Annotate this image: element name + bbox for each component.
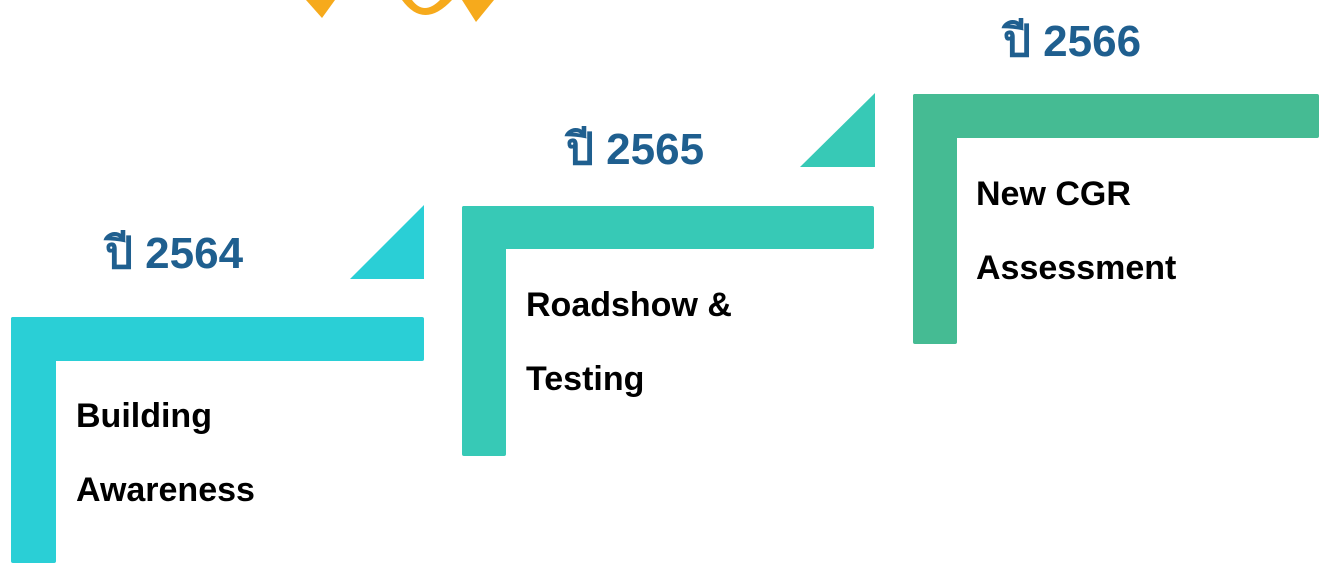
year-label-2565: ปี 2565	[566, 125, 705, 174]
step-2564-top-bar	[11, 317, 424, 361]
step-2564-line-2: Awareness	[76, 471, 255, 509]
step-text-2565: Roadshow & Testing	[526, 268, 732, 416]
sun-ray-right	[462, 0, 494, 22]
step-2566-line-1: New CGR	[976, 175, 1131, 213]
sun-ray-left	[306, 0, 335, 18]
step-text-2566: New CGR Assessment	[976, 157, 1176, 305]
year-label-2566: ปี 2566	[1003, 17, 1142, 66]
step-2566-top-bar	[913, 94, 1319, 138]
step-2565-line-2: Testing	[526, 360, 645, 398]
step-text-2564: Building Awareness	[76, 379, 255, 527]
step-2566-line-2: Assessment	[976, 249, 1177, 287]
step-2564-line-1: Building	[76, 397, 212, 435]
step-2566-side-bar	[913, 94, 957, 344]
step-2565-line-1: Roadshow &	[526, 286, 732, 324]
step-2564-side-bar	[11, 317, 56, 563]
year-label-2564: ปี 2564	[105, 229, 244, 278]
step-2565-triangle	[800, 93, 875, 167]
sun-arc-center	[402, 0, 452, 15]
step-2564-triangle	[350, 205, 424, 279]
step-2565-top-bar	[462, 206, 874, 249]
step-2565-side-bar	[462, 206, 506, 456]
